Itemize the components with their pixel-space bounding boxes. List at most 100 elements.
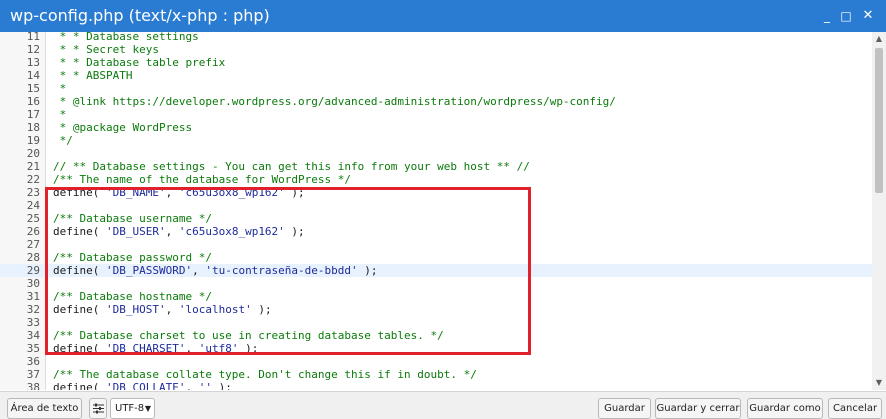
save-as-button[interactable]: Guardar como	[747, 398, 823, 419]
code-text: define( 'DB_CHARSET', 'utf8' );	[53, 342, 258, 355]
line-number: 19	[26, 134, 40, 147]
code-line[interactable]: 36	[0, 355, 872, 368]
code-line[interactable]: 16 * @link https://developer.wordpress.o…	[0, 95, 872, 108]
code-token: 'c65u3ox8_wp162'	[178, 225, 285, 238]
scroll-thumb[interactable]	[875, 48, 883, 193]
line-number: 32	[26, 303, 40, 316]
settings-button[interactable]	[89, 398, 107, 419]
code-token: ,	[185, 381, 199, 390]
code-line[interactable]: 37 /** The database collate type. Don't c…	[0, 368, 872, 381]
window-title: wp-config.php (text/x-php : php)	[10, 6, 270, 25]
line-number: 29	[26, 264, 40, 277]
code-token: ,	[165, 225, 179, 238]
code-line[interactable]: 15 *	[0, 82, 872, 95]
code-editor[interactable]: 11 * * Database settings 12 * * Secret ke…	[0, 32, 872, 390]
code-token: );	[284, 186, 305, 199]
line-number: 27	[26, 238, 40, 251]
code-text: /** Database username */	[53, 212, 212, 225]
code-line[interactable]: 35 define( 'DB_CHARSET', 'utf8' );	[0, 342, 872, 355]
code-token: 'DB_PASSWORD'	[105, 264, 193, 277]
code-line[interactable]: 32 define( 'DB_HOST', 'localhost' );	[0, 303, 872, 316]
code-line[interactable]: 28 /** Database password */	[0, 251, 872, 264]
close-icon[interactable]: ✕	[860, 8, 876, 24]
code-text: /** Database hostname */	[53, 290, 212, 303]
code-line[interactable]: 25 /** Database username */	[0, 212, 872, 225]
code-token: * * Secret keys	[53, 43, 159, 56]
code-token: /** Database charset to use in creating …	[53, 329, 444, 342]
code-token: );	[357, 264, 378, 277]
line-number: 23	[26, 186, 40, 199]
code-line[interactable]: 20	[0, 147, 872, 160]
minimize-icon[interactable]: _	[819, 8, 835, 24]
code-token: /** The database collate type. Don't cha…	[53, 368, 477, 381]
line-number: 16	[26, 95, 40, 108]
line-number: 25	[26, 212, 40, 225]
code-line[interactable]: 27	[0, 238, 872, 251]
code-token: */	[53, 134, 73, 147]
code-line[interactable]: 31 /** Database hostname */	[0, 290, 872, 303]
code-text: /** Database charset to use in creating …	[53, 329, 444, 342]
code-lines[interactable]: 11 * * Database settings 12 * * Secret ke…	[0, 32, 872, 390]
code-line[interactable]: 38 define( 'DB_COLLATE', '' );	[0, 381, 872, 390]
code-line[interactable]: 21 // ** Database settings - You can get …	[0, 160, 872, 173]
line-number: 33	[26, 316, 40, 329]
code-line[interactable]: 14 * * ABSPATH	[0, 69, 872, 82]
line-number: 28	[26, 251, 40, 264]
code-line[interactable]: 24	[0, 199, 872, 212]
line-number: 26	[26, 225, 40, 238]
code-line[interactable]: 23 define( 'DB_NAME', 'c65u3ox8_wp162' );	[0, 186, 872, 199]
code-text: */	[53, 134, 73, 147]
code-text: * * ABSPATH	[53, 69, 133, 82]
vertical-scrollbar[interactable]: ▲ ▼	[872, 32, 886, 390]
code-token: define(	[53, 264, 106, 277]
line-number: 24	[26, 199, 40, 212]
line-number: 30	[26, 277, 40, 290]
encoding-value: UTF-8	[115, 403, 145, 414]
code-line[interactable]: 29 define( 'DB_PASSWORD', 'tu-contraseña-…	[0, 264, 872, 277]
textarea-mode-button[interactable]: Área de texto	[7, 398, 82, 419]
code-token: *	[53, 82, 67, 95]
line-number: 38	[26, 381, 40, 390]
code-token: define(	[53, 381, 106, 390]
code-line[interactable]: 34 /** Database charset to use in creatin…	[0, 329, 872, 342]
line-number: 14	[26, 69, 40, 82]
code-line[interactable]: 33	[0, 316, 872, 329]
save-and-close-button[interactable]: Guardar y cerrar	[655, 398, 741, 419]
code-line[interactable]: 22 /** The name of the database for WordP…	[0, 173, 872, 186]
code-line[interactable]: 19 */	[0, 134, 872, 147]
line-number: 34	[26, 329, 40, 342]
code-text: define( 'DB_NAME', 'c65u3ox8_wp162' );	[53, 186, 305, 199]
line-number: 17	[26, 108, 40, 121]
line-number: 15	[26, 82, 40, 95]
code-token: /** The name of the database for WordPre…	[53, 173, 352, 186]
code-token: );	[238, 342, 259, 355]
cancel-button[interactable]: Cancelar	[828, 398, 882, 419]
code-text: define( 'DB_PASSWORD', 'tu-contraseña-de…	[53, 264, 378, 277]
code-token: *	[53, 108, 67, 121]
line-number: 31	[26, 290, 40, 303]
line-number: 21	[26, 160, 40, 173]
scroll-up-arrow-icon[interactable]: ▲	[872, 32, 886, 46]
code-line[interactable]: 26 define( 'DB_USER', 'c65u3ox8_wp162' );	[0, 225, 872, 238]
code-text: define( 'DB_USER', 'c65u3ox8_wp162' );	[53, 225, 305, 238]
code-line[interactable]: 13 * * Database table prefix	[0, 56, 872, 69]
maximize-icon[interactable]: □	[838, 8, 854, 24]
save-button[interactable]: Guardar	[598, 398, 651, 419]
code-line[interactable]: 12 * * Secret keys	[0, 43, 872, 56]
encoding-select[interactable]: UTF-8 ▼	[110, 398, 155, 419]
code-token: );	[251, 303, 272, 316]
code-line[interactable]: 30	[0, 277, 872, 290]
code-line[interactable]: 17 *	[0, 108, 872, 121]
code-line[interactable]: 11 * * Database settings	[0, 32, 872, 43]
line-number: 22	[26, 173, 40, 186]
code-token: * * Database settings	[53, 32, 199, 43]
scroll-down-arrow-icon[interactable]: ▼	[872, 376, 886, 390]
line-number: 12	[26, 43, 40, 56]
line-number: 11	[26, 32, 40, 43]
line-number: 18	[26, 121, 40, 134]
line-number: 36	[26, 355, 40, 368]
code-line[interactable]: 18 * @package WordPress	[0, 121, 872, 134]
code-text: * * Database table prefix	[53, 56, 226, 69]
code-token: // ** Database settings - You can get th…	[53, 160, 530, 173]
window-titlebar: wp-config.php (text/x-php : php) _ □ ✕	[0, 0, 886, 32]
